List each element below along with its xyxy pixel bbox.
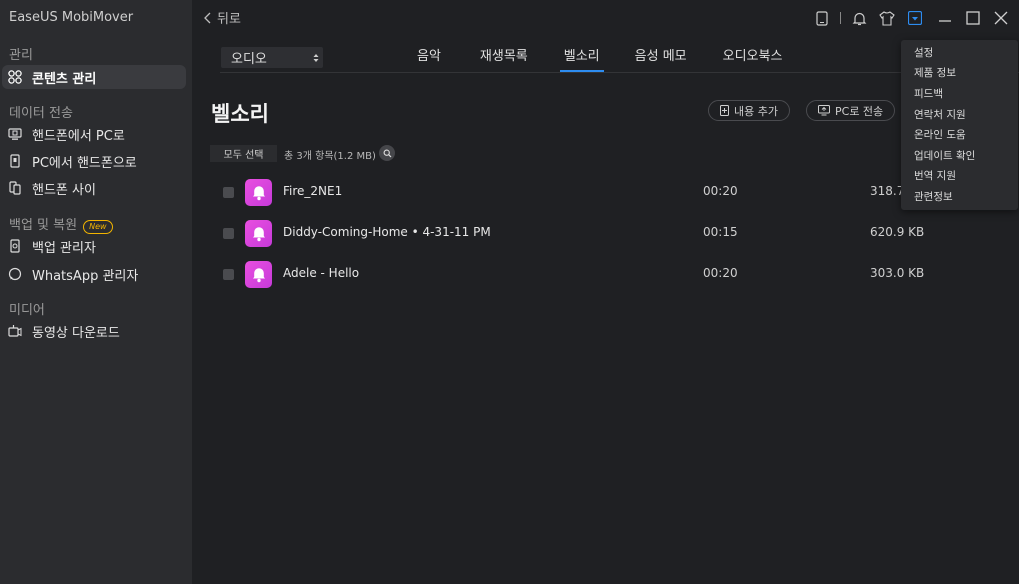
tab-bar: 음악 재생목록 벨소리 음성 메모 오디오북스 (417, 36, 782, 72)
tab-audiobooks[interactable]: 오디오북스 (723, 36, 783, 72)
sidebar-item-pc-to-phone[interactable]: PC에서 핸드폰으로 (2, 149, 186, 173)
add-content-label: 내용 추가 (734, 104, 778, 118)
transfer-to-pc-label: PC로 전송 (835, 104, 884, 118)
main-panel: 뒤로 오디오 음악 재생목록 벨소리 음성 메모 오디오북스 벨소리 내용 추가… (192, 0, 1019, 584)
minimize-icon[interactable] (931, 4, 959, 32)
select-all-button[interactable]: 모두 선택 (210, 145, 277, 162)
menu-item-online-help[interactable]: 온라인 도움 (901, 124, 1018, 145)
file-name: Fire_2NE1 (283, 184, 343, 198)
shirt-icon[interactable] (873, 4, 901, 32)
sidebar-item-label: 백업 관리자 (32, 240, 96, 256)
back-button[interactable]: 뒤로 (204, 8, 241, 27)
menu-item-about[interactable]: 관련정보 (901, 186, 1018, 207)
file-size: 318.7 (870, 184, 905, 198)
sidebar-item-whatsapp-manager[interactable]: WhatsApp 관리자 (2, 262, 186, 286)
sidebar-item-video-download[interactable]: 동영상 다운로드 (2, 319, 186, 343)
file-name: Adele - Hello (283, 266, 360, 280)
tab-ringtone[interactable]: 벨소리 (559, 36, 604, 72)
page-title: 벨소리 (211, 102, 269, 126)
ringtone-bell-icon (245, 220, 272, 247)
file-size: 303.0 KB (870, 266, 925, 280)
tab-voice-memo[interactable]: 음성 메모 (635, 36, 687, 72)
close-icon[interactable] (987, 4, 1015, 32)
app-title: EaseUS MobiMover (9, 10, 134, 25)
checkbox[interactable] (223, 228, 234, 239)
pc-to-phone-icon (8, 154, 22, 168)
section-label-text: 백업 및 복원 (9, 218, 78, 233)
sidebar-item-phone-to-pc[interactable]: 핸드폰에서 PC로 (2, 122, 186, 146)
file-name: Diddy-Coming-Home • 4-31-11 PM (283, 225, 491, 239)
whatsapp-icon (8, 267, 22, 281)
list-item[interactable]: Fire_2NE1 00:20 318.7 (192, 172, 1019, 212)
monitor-icon (818, 105, 830, 116)
menu-item-settings[interactable]: 설정 (901, 42, 1018, 63)
menu-item-product-info[interactable]: 제품 정보 (901, 63, 1018, 84)
ringtone-bell-icon (245, 179, 272, 206)
ringtone-bell-icon (245, 261, 272, 288)
sidebar-item-label: 핸드폰 사이 (32, 182, 96, 198)
menu-item-translation-support[interactable]: 번역 지원 (901, 166, 1018, 187)
checkbox[interactable] (223, 269, 234, 280)
device-icon[interactable] (808, 4, 836, 32)
sidebar-item-label: 핸드폰에서 PC로 (32, 128, 125, 144)
sidebar: EaseUS MobiMover 관리 콘텐츠 관리 데이터 전송 핸드폰에서 … (0, 0, 192, 584)
add-file-icon (720, 105, 729, 116)
grid-icon (8, 70, 22, 84)
section-label-manage: 관리 (9, 48, 33, 63)
file-duration: 00:20 (703, 184, 738, 198)
phone-to-pc-icon (8, 127, 22, 141)
sidebar-item-phone-to-phone[interactable]: 핸드폰 사이 (2, 176, 186, 200)
settings-dropdown-menu: 설정 제품 정보 피드백 연락처 지원 온라인 도움 업데이트 확인 번역 지원… (901, 40, 1018, 210)
backup-icon (8, 239, 22, 253)
menu-dropdown-icon[interactable] (901, 4, 929, 32)
add-content-button[interactable]: 내용 추가 (708, 100, 790, 121)
chevron-left-icon (204, 12, 211, 23)
section-label-transfer: 데이터 전송 (9, 106, 73, 121)
menu-item-check-update[interactable]: 업데이트 확인 (901, 145, 1018, 166)
phone-to-phone-icon (8, 181, 22, 195)
sidebar-item-label: 동영상 다운로드 (32, 325, 120, 341)
menu-item-contact-support[interactable]: 연락처 지원 (901, 104, 1018, 125)
tab-divider (220, 72, 1019, 73)
list-item[interactable]: Diddy-Coming-Home • 4-31-11 PM 00:15 620… (192, 213, 1019, 253)
file-size: 620.9 KB (870, 225, 925, 239)
category-select-value: 오디오 (231, 52, 267, 67)
toolbar-separator (840, 12, 841, 24)
checkbox[interactable] (223, 187, 234, 198)
tab-playlist[interactable]: 재생목록 (480, 36, 528, 72)
tab-music[interactable]: 음악 (417, 36, 441, 72)
file-duration: 00:20 (703, 266, 738, 280)
sidebar-item-label: WhatsApp 관리자 (32, 268, 139, 284)
search-icon[interactable] (379, 145, 395, 161)
video-download-icon (8, 324, 22, 338)
sidebar-item-label: PC에서 핸드폰으로 (32, 155, 137, 171)
sidebar-item-label: 콘텐츠 관리 (32, 71, 97, 87)
updown-arrow-icon (313, 53, 319, 62)
maximize-icon[interactable] (959, 4, 987, 32)
sidebar-item-content-manage[interactable]: 콘텐츠 관리 (2, 65, 186, 89)
menu-item-feedback[interactable]: 피드백 (901, 83, 1018, 104)
section-label-backup: 백업 및 복원 New (9, 214, 113, 234)
transfer-to-pc-button[interactable]: PC로 전송 (806, 100, 896, 121)
item-count: 총 3개 항목(1.2 MB) (284, 151, 376, 162)
file-duration: 00:15 (703, 225, 738, 239)
new-badge: New (83, 220, 113, 234)
back-label: 뒤로 (217, 12, 241, 27)
sidebar-item-backup-manager[interactable]: 백업 관리자 (2, 234, 186, 258)
section-label-media: 미디어 (9, 303, 45, 318)
category-select[interactable]: 오디오 (221, 47, 323, 68)
list-item[interactable]: Adele - Hello 00:20 303.0 KB (192, 254, 1019, 294)
bell-icon[interactable] (845, 4, 873, 32)
title-bar-controls (808, 0, 1019, 36)
